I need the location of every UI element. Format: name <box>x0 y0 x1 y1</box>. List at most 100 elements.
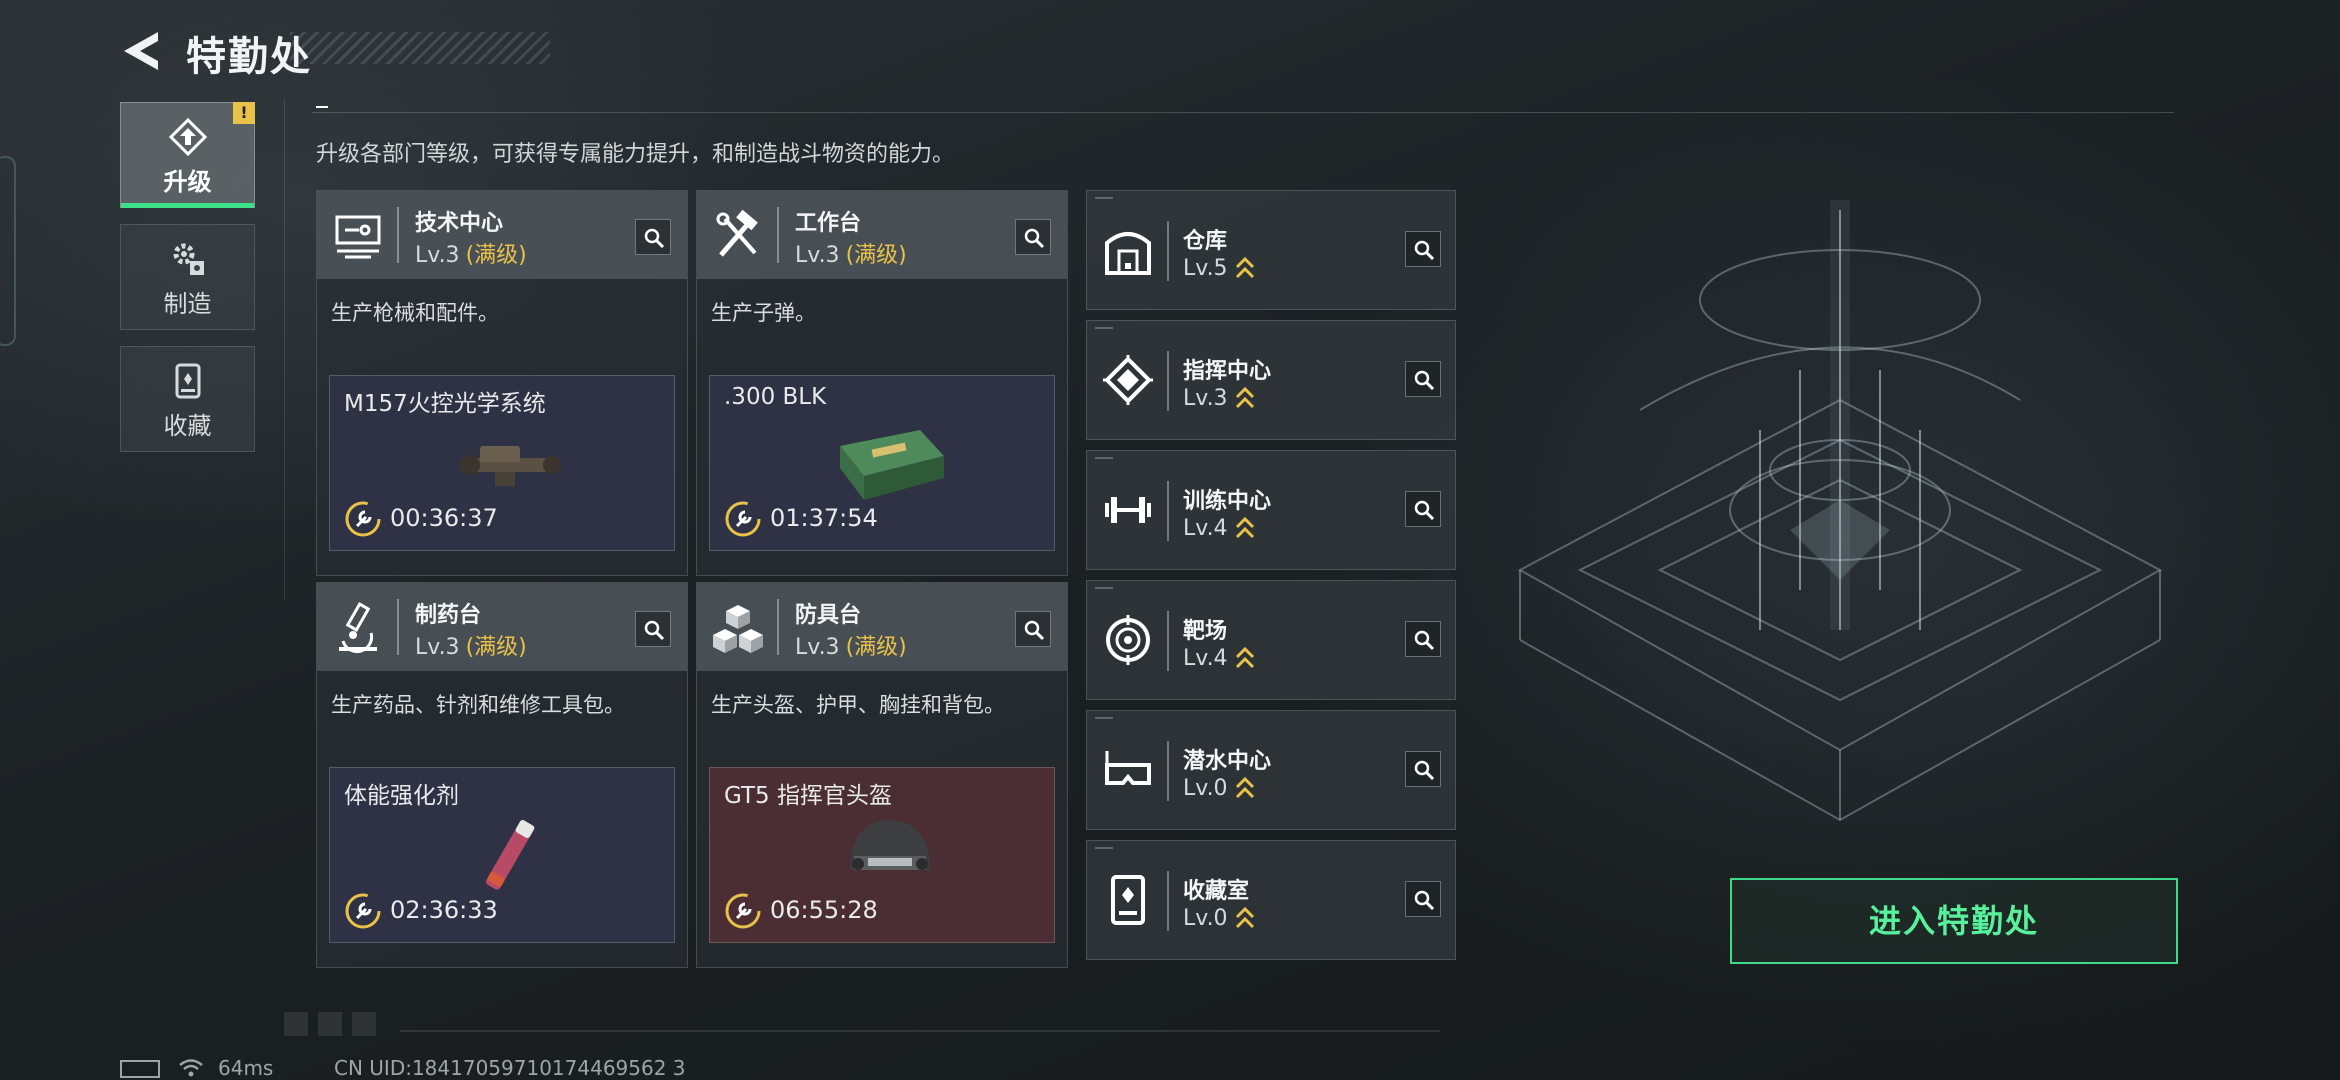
edge-drawer-handle[interactable] <box>0 156 16 346</box>
user-uid: CN UID:18417059710174469562 3 <box>334 1056 686 1080</box>
upgrade-icon <box>168 117 208 157</box>
inspect-button[interactable] <box>635 611 671 647</box>
level-value: Lv.3 <box>795 243 840 268</box>
facility-level: Lv.0 <box>1183 775 1256 801</box>
workbench-tools-icon <box>716 209 758 257</box>
facility-level: Lv.0 <box>1183 905 1256 931</box>
level-value: Lv.3 <box>1183 386 1228 411</box>
facility-name: 收藏室 <box>1183 879 1250 904</box>
max-level-tag: (满级) <box>465 243 527 268</box>
facility-level: Lv.3 (满级) <box>795 237 907 269</box>
divider <box>1167 871 1169 931</box>
inspect-button[interactable] <box>1405 361 1441 397</box>
base-hologram-illustration <box>1517 200 2163 822</box>
facility-level: Lv.4 <box>1183 515 1256 541</box>
card-header: 工作台 Lv.3 (满级) <box>697 191 1067 279</box>
target-icon <box>1106 615 1150 665</box>
tab-craft[interactable]: 制造 <box>120 224 255 330</box>
facility-description: 生产枪械和配件。 <box>331 301 499 325</box>
crafting-slot[interactable]: GT5 指挥官头盔 06:55:28 <box>709 767 1055 943</box>
facility-card-pharmacy[interactable]: 制药台 Lv.3 (满级) 生产药品、针剂和维修工具包。 体能强化剂 02:36:… <box>316 582 688 968</box>
alert-badge: ! <box>233 102 255 124</box>
corner-decoration <box>1095 847 1113 849</box>
facility-card-warehouse[interactable]: 仓库 Lv.5 <box>1086 190 1456 310</box>
upgrade-chevron-icon <box>1235 906 1254 929</box>
level-value: Lv.3 <box>795 635 840 660</box>
level-value: Lv.5 <box>1183 256 1228 281</box>
level-value: Lv.4 <box>1183 516 1228 541</box>
divider <box>1167 351 1169 411</box>
max-level-tag: (满级) <box>845 243 907 268</box>
divider <box>1167 611 1169 671</box>
crafting-timer: 01:37:54 <box>770 504 878 532</box>
inspect-button[interactable] <box>1405 881 1441 917</box>
facility-name: 靶场 <box>1183 619 1228 644</box>
crafting-timer: 02:36:33 <box>390 896 498 924</box>
divider <box>1167 741 1169 801</box>
facility-card-shooting-range[interactable]: 靶场 Lv.4 <box>1086 580 1456 700</box>
facility-card-training-center[interactable]: 训练中心 Lv.4 <box>1086 450 1456 570</box>
divider <box>312 112 2174 113</box>
tab-upgrade-label: 升级 <box>163 168 212 196</box>
divider <box>284 100 285 600</box>
wrench-timer-icon <box>345 893 381 929</box>
search-icon <box>1024 228 1045 249</box>
battery-icon <box>120 1060 160 1078</box>
divider <box>1167 481 1169 541</box>
back-arrow-icon[interactable] <box>118 28 164 74</box>
ping-readout: 64ms <box>218 1056 274 1080</box>
facility-description: 生产头盔、护甲、胸挂和背包。 <box>711 693 1005 717</box>
facility-description: 生产子弹。 <box>711 301 816 325</box>
helmet-image <box>850 820 930 870</box>
facility-card-command-center[interactable]: 指挥中心 Lv.3 <box>1086 320 1456 440</box>
divider <box>1167 221 1169 281</box>
search-icon <box>1414 760 1435 781</box>
facility-name: 潜水中心 <box>1183 749 1272 774</box>
facility-name: 制药台 <box>415 603 482 628</box>
tab-upgrade[interactable]: 升级 ! <box>120 102 255 208</box>
max-level-tag: (满级) <box>465 635 527 660</box>
inspect-button[interactable] <box>1405 751 1441 787</box>
wrench-timer-icon <box>725 893 761 929</box>
inspect-button[interactable] <box>1015 219 1051 255</box>
inspect-button[interactable] <box>1405 491 1441 527</box>
wifi-icon <box>179 1059 203 1077</box>
crafting-slot[interactable]: 体能强化剂 02:36:33 <box>329 767 675 943</box>
gears-icon <box>173 243 204 275</box>
corner-decoration <box>1095 717 1113 719</box>
crafting-slot[interactable]: .300 BLK 01:37:54 <box>709 375 1055 551</box>
inspect-button[interactable] <box>1015 611 1051 647</box>
divider <box>397 599 399 655</box>
inspect-button[interactable] <box>1405 621 1441 657</box>
facility-level: Lv.3 (满级) <box>795 629 907 661</box>
crafting-timer: 06:55:28 <box>770 896 878 924</box>
facility-card-workbench[interactable]: 工作台 Lv.3 (满级) 生产子弹。 .300 BLK 01:37:54 <box>696 190 1068 576</box>
divider <box>397 207 399 263</box>
facility-name: 指挥中心 <box>1183 359 1272 384</box>
search-icon <box>1414 500 1435 521</box>
inspect-button[interactable] <box>635 219 671 255</box>
facility-level: Lv.3 <box>1183 385 1256 411</box>
dive-mask-icon <box>1105 751 1151 785</box>
facility-card-armor-bench[interactable]: 防具台 Lv.3 (满级) 生产头盔、护甲、胸挂和背包。 GT5 指挥官头盔 06… <box>696 582 1068 968</box>
command-chip-icon <box>1103 355 1153 405</box>
upgrade-chevron-icon <box>1235 256 1254 279</box>
crafting-slot[interactable]: M157火控光学系统 00:36:37 <box>329 375 675 551</box>
page-subtitle: 升级各部门等级，可获得专属能力提升，和制造战斗物资的能力。 <box>316 142 955 167</box>
ammo-box-image <box>840 430 944 500</box>
facility-level: Lv.4 <box>1183 645 1256 671</box>
facility-card-collection-room[interactable]: 收藏室 Lv.0 <box>1086 840 1456 960</box>
facility-name: 工作台 <box>795 211 862 236</box>
divider <box>400 1030 1440 1032</box>
facility-level: Lv.3 (满级) <box>415 237 527 269</box>
corner-decoration <box>1095 197 1113 199</box>
enter-special-ops-button[interactable]: 进入特勤处 <box>1730 878 2178 964</box>
facility-card-dive-center[interactable]: 潜水中心 Lv.0 <box>1086 710 1456 830</box>
level-value: Lv.3 <box>415 635 460 660</box>
warehouse-icon <box>1105 232 1151 275</box>
inspect-button[interactable] <box>1405 231 1441 267</box>
tab-collection[interactable]: 收藏 <box>120 346 255 452</box>
divider <box>777 599 779 655</box>
search-icon <box>1024 620 1045 641</box>
facility-card-tech-center[interactable]: 技术中心 Lv.3 (满级) 生产枪械和配件。 M157火控光学系统 00:36:… <box>316 190 688 576</box>
